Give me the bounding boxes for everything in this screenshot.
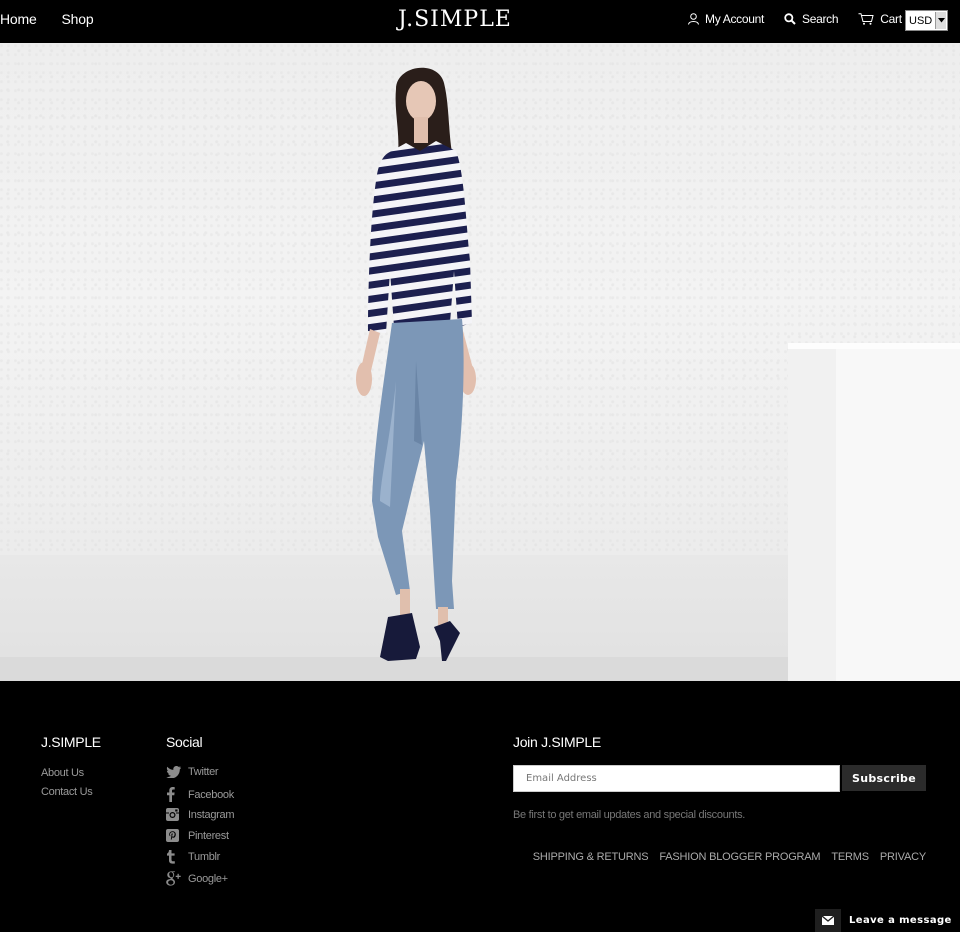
email-field[interactable]: [513, 765, 840, 792]
social-google-plus-link[interactable]: Google+: [166, 871, 228, 886]
site-logo[interactable]: J.SIMPLE: [398, 7, 512, 32]
tumblr-label: Tumblr: [188, 851, 221, 863]
hero-model-image: [356, 67, 476, 661]
subscribe-button[interactable]: Subscribe: [842, 765, 926, 791]
google-plus-label: Google+: [188, 872, 228, 885]
instagram-icon: [166, 808, 188, 821]
newsletter-tagline: Be first to get email updates and specia…: [513, 809, 746, 821]
pinterest-icon: [166, 829, 188, 842]
facebook-icon: [166, 787, 188, 802]
main-nav: Home Shop: [0, 11, 118, 27]
site-footer: J.SIMPLE About Us Contact Us Social Twit…: [0, 681, 960, 932]
search-icon: [784, 13, 796, 25]
footer-social-title: Social: [166, 734, 203, 750]
shipping-returns-link[interactable]: SHIPPING & RETURNS: [533, 851, 649, 863]
leave-message-widget[interactable]: Leave a message: [815, 909, 960, 932]
user-icon: [688, 13, 699, 25]
envelope-icon: [815, 909, 841, 932]
site-header: Home Shop J.SIMPLE My Account Search Car…: [0, 0, 960, 43]
social-tumblr-link[interactable]: Tumblr: [166, 850, 220, 864]
search-link[interactable]: Search: [784, 12, 839, 26]
google-plus-icon: [166, 871, 188, 886]
nav-shop-link[interactable]: Shop: [62, 11, 94, 27]
my-account-label: My Account: [705, 12, 765, 26]
pinterest-label: Pinterest: [188, 829, 229, 842]
contact-us-link[interactable]: Contact Us: [41, 786, 93, 798]
currency-select[interactable]: USD: [905, 10, 948, 31]
search-label: Search: [802, 12, 839, 26]
footer-brand-title: J.SIMPLE: [41, 734, 101, 750]
leave-message-label: Leave a message: [849, 915, 952, 926]
my-account-link[interactable]: My Account: [688, 12, 764, 26]
about-us-link[interactable]: About Us: [41, 767, 84, 779]
social-facebook-link[interactable]: Facebook: [166, 787, 234, 802]
facebook-label: Facebook: [188, 788, 234, 801]
utility-nav: My Account Search Cart: [688, 12, 922, 26]
newsletter-title: Join J.SIMPLE: [513, 734, 601, 750]
social-pinterest-link[interactable]: Pinterest: [166, 829, 229, 842]
nav-home-link[interactable]: Home: [0, 11, 37, 27]
policy-links: SHIPPING & RETURNS FASHION BLOGGER PROGR…: [522, 851, 926, 863]
tumblr-icon: [166, 850, 188, 864]
social-twitter-link[interactable]: Twitter: [166, 766, 219, 778]
instagram-label: Instagram: [188, 808, 235, 821]
currency-value: USD: [909, 14, 933, 27]
twitter-icon: [166, 766, 188, 778]
social-instagram-link[interactable]: Instagram: [166, 808, 235, 821]
cart-icon: [858, 13, 874, 25]
cart-label: Cart: [880, 12, 902, 26]
privacy-link[interactable]: PRIVACY: [880, 851, 926, 863]
chevron-down-icon: [935, 12, 946, 29]
terms-link[interactable]: TERMS: [831, 851, 869, 863]
fashion-blogger-program-link[interactable]: FASHION BLOGGER PROGRAM: [659, 851, 820, 863]
hero-banner[interactable]: [0, 43, 960, 681]
cart-link[interactable]: Cart: [858, 12, 902, 26]
pedestal-edge: [788, 349, 836, 681]
twitter-label: Twitter: [188, 766, 219, 778]
